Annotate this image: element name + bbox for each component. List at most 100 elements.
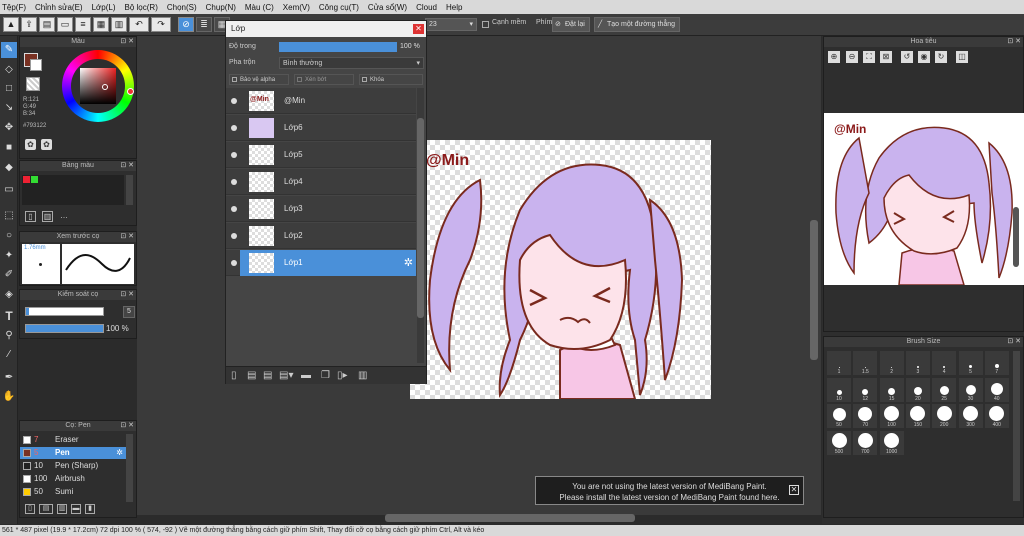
- undo-icon[interactable]: ↶: [129, 17, 149, 32]
- canvas-horizontal-scrollbar[interactable]: [385, 514, 635, 522]
- fit-icon[interactable]: ⛶: [863, 51, 875, 63]
- new-file-icon[interactable]: ▲: [3, 17, 19, 32]
- menu-window[interactable]: Cửa sổ(W): [368, 3, 407, 12]
- panel-close-icon[interactable]: ⊡ ✕: [1007, 37, 1021, 47]
- brush-item-pen[interactable]: 5 Pen ✲: [20, 447, 126, 459]
- brush-item-sumi[interactable]: 50 Sumi: [20, 486, 126, 498]
- tile-icon[interactable]: ▥: [111, 17, 127, 32]
- brush-opacity-slider[interactable]: [25, 324, 104, 333]
- layer-row-2[interactable]: Lớp2: [226, 223, 416, 249]
- lasso-tool-icon[interactable]: ○: [1, 228, 17, 244]
- brush-size-option[interactable]: 300: [958, 404, 983, 428]
- rotate-left-icon[interactable]: ↺: [901, 51, 913, 63]
- panel-close-icon[interactable]: ⊡ ✕: [120, 161, 134, 171]
- close-icon[interactable]: ✕: [789, 485, 799, 495]
- trash-icon[interactable]: ▥: [358, 370, 367, 381]
- brush-size-option[interactable]: 100: [879, 404, 904, 428]
- brush-size-option[interactable]: 1.5: [853, 351, 878, 375]
- blend-mode-select[interactable]: Bình thường ▾: [279, 57, 424, 69]
- brush-size-option[interactable]: 10: [827, 377, 851, 402]
- brush-size-scrollbar[interactable]: [1013, 351, 1020, 501]
- rotate-reset-icon[interactable]: ◉: [918, 51, 930, 63]
- magic-wand-icon[interactable]: ✦: [1, 248, 17, 264]
- delete-color-icon[interactable]: ▥: [42, 211, 53, 222]
- bucket-tool-icon[interactable]: ◆: [1, 160, 17, 176]
- select-pen-icon[interactable]: ✐: [1, 267, 17, 283]
- navigator-scrollbar[interactable]: [1013, 207, 1019, 267]
- protect-alpha-checkbox[interactable]: Bảo vệ alpha: [229, 74, 289, 85]
- menu-filter[interactable]: Bộ lọc(R): [125, 3, 158, 12]
- divide-tool-icon[interactable]: ⁄: [1, 347, 17, 363]
- brush-size-option[interactable]: 30: [958, 377, 983, 402]
- eraser-tool-icon[interactable]: ◇: [1, 62, 17, 78]
- visibility-icon[interactable]: [231, 206, 237, 212]
- folder-icon[interactable]: ▬: [71, 504, 81, 514]
- new-layer-icon[interactable]: ▯: [231, 370, 237, 381]
- canvas-vertical-scrollbar[interactable]: [810, 220, 818, 360]
- duplicate-layer-icon[interactable]: ❐: [321, 370, 330, 381]
- menu-cloud[interactable]: Cloud: [416, 3, 437, 12]
- clipping-checkbox[interactable]: Xén bớt: [294, 74, 354, 85]
- save-icon[interactable]: ▤: [39, 17, 55, 32]
- brush-item-airbrush[interactable]: 100 Airbrush: [20, 473, 126, 485]
- actual-size-icon[interactable]: ⊠: [880, 51, 892, 63]
- select-rect-icon[interactable]: ⬚: [1, 208, 17, 224]
- navigator-preview[interactable]: @Min: [824, 113, 1024, 285]
- brush-size-option[interactable]: 1: [827, 351, 851, 375]
- new-halftone-layer-icon[interactable]: ▤: [247, 370, 256, 381]
- close-icon[interactable]: ✕: [413, 24, 424, 34]
- comment-icon[interactable]: ▭: [57, 17, 73, 32]
- menu-select[interactable]: Chọn(S): [167, 3, 197, 12]
- add-layer-menu-icon[interactable]: ▤▾: [279, 370, 293, 381]
- palette-color-green[interactable]: [31, 176, 38, 183]
- color-picker-marker[interactable]: [102, 84, 108, 90]
- brush-list-scrollbar[interactable]: [126, 434, 133, 502]
- rotate-right-icon[interactable]: ↻: [935, 51, 947, 63]
- palette-icon[interactable]: ✿: [25, 139, 36, 150]
- parallel-snap-icon[interactable]: ≣: [196, 17, 212, 32]
- add-color-icon[interactable]: ▯: [25, 211, 36, 222]
- drawing-canvas[interactable]: @Min: [410, 140, 711, 399]
- menu-tools[interactable]: Công cụ(T): [319, 3, 359, 12]
- brush-item-pen-sharp[interactable]: 10 Pen (Sharp): [20, 460, 126, 472]
- layer-row-5[interactable]: Lớp5: [226, 142, 416, 168]
- brush-size-option[interactable]: 700: [853, 430, 878, 455]
- brush-size-option[interactable]: 1000: [879, 430, 904, 455]
- palette-color-red[interactable]: [23, 176, 30, 183]
- layer-row-1[interactable]: Lớp1 ✲: [226, 250, 416, 276]
- hue-marker[interactable]: [127, 88, 134, 95]
- brush-size-option[interactable]: 20: [905, 377, 930, 402]
- layer-row-6[interactable]: Lớp6: [226, 115, 416, 141]
- visibility-icon[interactable]: [231, 125, 237, 131]
- brush-size-option[interactable]: 12: [853, 377, 878, 402]
- panel-close-icon[interactable]: ⊡ ✕: [120, 290, 134, 300]
- share-icon[interactable]: ⇪: [21, 17, 37, 32]
- hand-tool-icon[interactable]: ✋: [1, 389, 17, 405]
- brush-size-option[interactable]: 500: [827, 430, 851, 455]
- visibility-icon[interactable]: [231, 260, 237, 266]
- zoom-out-icon[interactable]: ⊖: [846, 51, 858, 63]
- brush-tool-icon[interactable]: ✎: [1, 42, 17, 58]
- update-notice[interactable]: You are not using the latest version of …: [535, 476, 804, 505]
- new-8bit-layer-icon[interactable]: ▤: [263, 370, 272, 381]
- menu-help[interactable]: Help: [446, 3, 462, 12]
- antialias-checkbox[interactable]: [482, 21, 489, 28]
- brush-size-option[interactable]: 70: [853, 404, 878, 428]
- dot-tool-icon[interactable]: □: [1, 81, 17, 97]
- menu-file[interactable]: Tệp(F): [2, 3, 26, 12]
- brush-size-option[interactable]: 4: [932, 351, 957, 375]
- menu-edit[interactable]: Chỉnh sửa(E): [35, 3, 83, 12]
- panel-close-icon[interactable]: ⊡ ✕: [120, 421, 134, 431]
- frame-tool-icon[interactable]: ⚲: [1, 328, 17, 344]
- list-icon[interactable]: ≡: [75, 17, 91, 32]
- brush-size-value[interactable]: 5: [123, 306, 135, 318]
- visibility-icon[interactable]: [231, 152, 237, 158]
- menu-view[interactable]: Xem(V): [283, 3, 310, 12]
- brush-size-option[interactable]: 40: [984, 377, 1009, 402]
- folder-icon[interactable]: ▬: [301, 370, 311, 381]
- merge-layer-icon[interactable]: ▯▸: [337, 370, 348, 381]
- eyedropper-icon[interactable]: ✒: [1, 370, 17, 386]
- text-tool-icon[interactable]: T: [1, 308, 17, 324]
- menu-snap[interactable]: Chụp(N): [206, 3, 236, 12]
- brush-size-option[interactable]: 200: [932, 404, 957, 428]
